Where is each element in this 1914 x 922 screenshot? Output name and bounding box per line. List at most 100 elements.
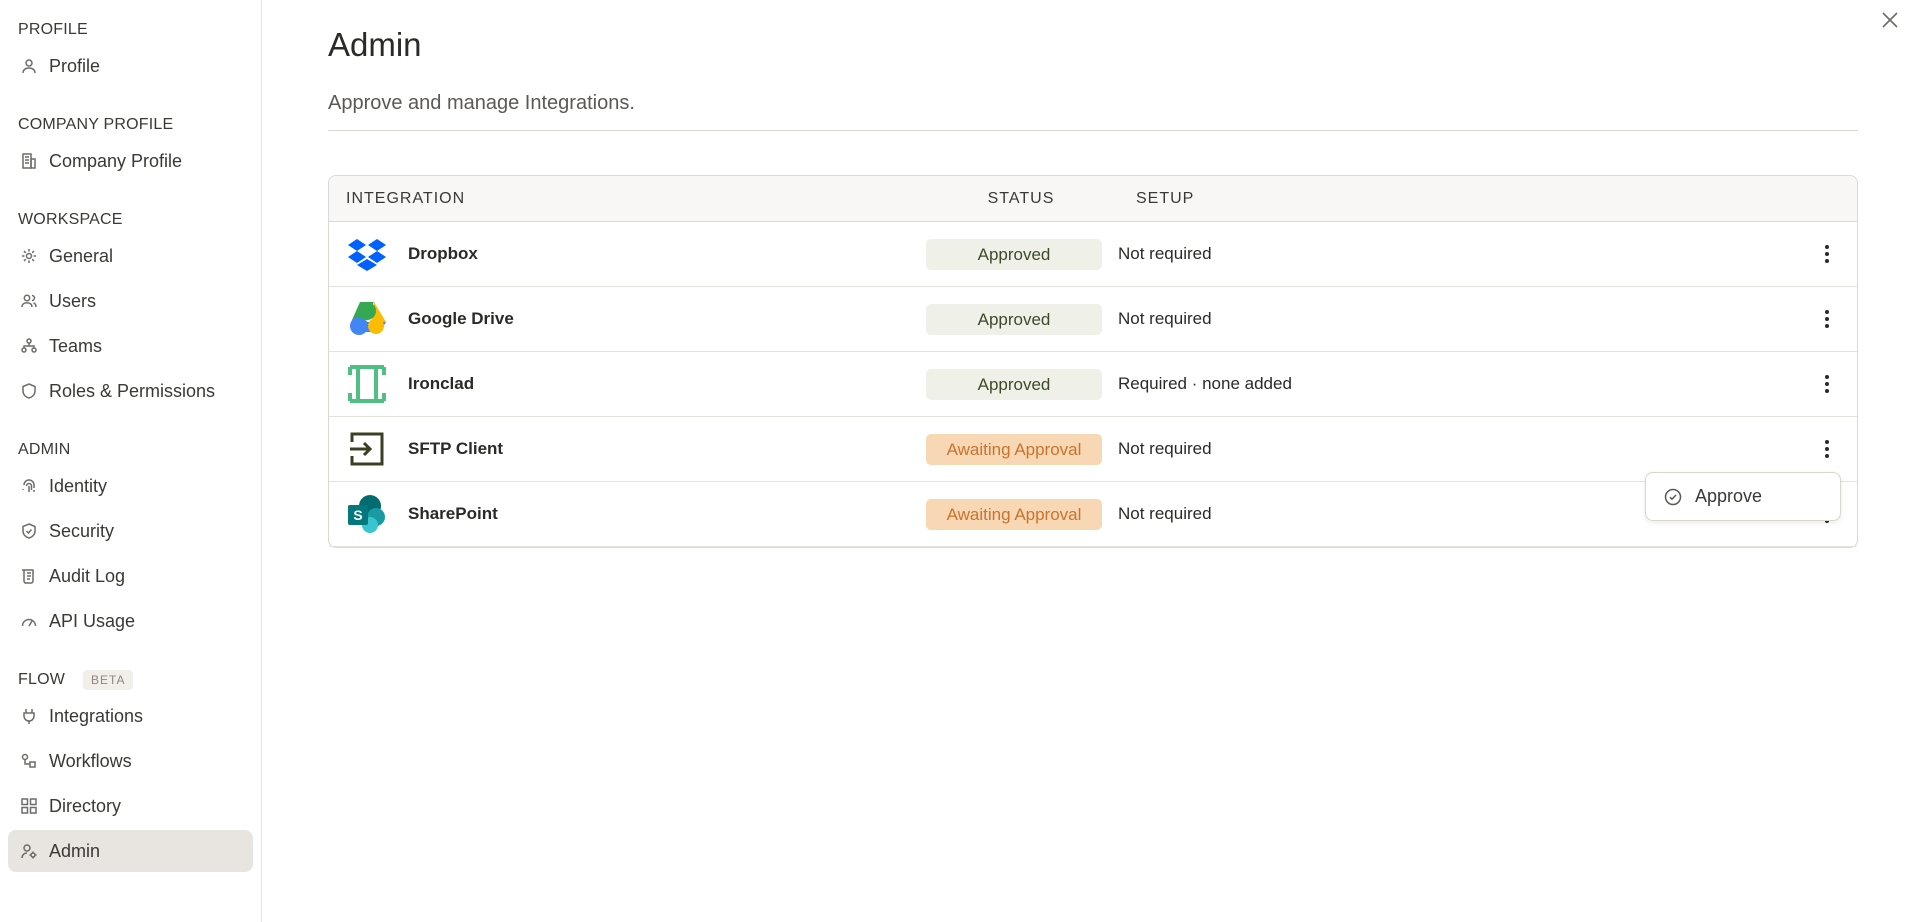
workflow-icon — [19, 751, 39, 771]
gear-icon — [19, 246, 39, 266]
sidebar-item-label: Teams — [49, 335, 103, 356]
integration-name: Google Drive — [408, 309, 514, 328]
close-icon — [1882, 12, 1898, 28]
sidebar-item-label: API Usage — [49, 610, 136, 631]
beta-badge: BETA — [83, 670, 134, 690]
sidebar-section-flow: FLOW BETA Integrations Workflows Directo… — [0, 668, 261, 872]
page-subtitle: Approve and manage Integrations. — [328, 92, 635, 114]
kebab-dot — [1825, 454, 1829, 458]
sidebar-item-label: Audit Log — [49, 565, 126, 586]
sidebar-section-admin: ADMIN Identity Security Audit Log API Us… — [0, 438, 261, 642]
ironclad-logo-icon — [346, 363, 388, 405]
integration-name: Ironclad — [408, 374, 475, 393]
kebab-dot — [1825, 440, 1829, 444]
section-title: WORKSPACE — [18, 211, 123, 228]
setup-value: Not required — [1118, 439, 1212, 458]
sidebar-item-label: Company Profile — [49, 150, 183, 171]
google-drive-logo-icon — [346, 298, 388, 340]
svg-text:S: S — [353, 507, 362, 523]
users-icon — [19, 291, 39, 311]
kebab-dot — [1825, 259, 1829, 263]
kebab-dot — [1825, 382, 1829, 386]
sidebar-item-audit-log[interactable]: Audit Log — [8, 555, 253, 597]
sidebar-item-label: Workflows — [49, 750, 132, 771]
setup-value: Not required — [1118, 309, 1212, 328]
teams-icon — [19, 336, 39, 356]
sidebar-item-admin[interactable]: Admin — [8, 830, 253, 872]
kebab-dot — [1825, 252, 1829, 256]
section-title: FLOW BETA — [0, 668, 261, 692]
gauge-icon — [19, 611, 39, 631]
status-badge: Awaiting Approval — [926, 433, 1102, 465]
kebab-dot — [1825, 317, 1829, 321]
integration-name: SFTP Client — [408, 439, 504, 458]
sidebar-item-label: Identity — [49, 475, 108, 496]
sidebar-item-users[interactable]: Users — [8, 280, 253, 322]
row-actions-button[interactable] — [1821, 437, 1833, 461]
plug-icon — [19, 706, 39, 726]
sidebar-item-directory[interactable]: Directory — [8, 785, 253, 827]
page-title: Admin — [328, 26, 422, 63]
sidebar-item-general[interactable]: General — [8, 235, 253, 277]
section-title: ADMIN — [18, 441, 71, 458]
settings-sidebar: PROFILE Profile COMPANY PROFILE Company … — [0, 0, 262, 922]
sidebar-item-label: Admin — [49, 840, 101, 861]
row-actions-button[interactable] — [1821, 372, 1833, 396]
table-header: INTEGRATION STATUS SETUP — [329, 176, 1857, 222]
sidebar-item-label: Integrations — [49, 705, 144, 726]
sidebar-item-profile[interactable]: Profile — [8, 45, 253, 87]
table-row: Ironclad Approved Required · none added — [329, 352, 1857, 417]
section-title: COMPANY PROFILE — [18, 116, 174, 133]
close-button[interactable] — [1878, 8, 1902, 32]
setup-value: Not required — [1118, 244, 1212, 263]
dropbox-logo-icon — [346, 233, 388, 275]
shield-icon — [19, 381, 39, 401]
sidebar-item-company-profile[interactable]: Company Profile — [8, 140, 253, 182]
integration-name: Dropbox — [408, 244, 478, 263]
user-gear-icon — [19, 841, 39, 861]
table-row: Google Drive Approved Not required — [329, 287, 1857, 352]
scroll-icon — [19, 566, 39, 586]
kebab-dot — [1825, 245, 1829, 249]
status-badge: Approved — [926, 303, 1102, 335]
sidebar-item-label: Users — [49, 290, 97, 311]
fingerprint-icon — [19, 476, 39, 496]
check-circle-icon — [1664, 488, 1682, 505]
setup-value: Required · none added — [1118, 374, 1292, 393]
sidebar-item-label: General — [49, 245, 114, 266]
integrations-table: INTEGRATION STATUS SETUP Dropbox Approve… — [328, 175, 1858, 548]
row-actions-button[interactable] — [1821, 307, 1833, 331]
sidebar-item-teams[interactable]: Teams — [8, 325, 253, 367]
row-actions-button[interactable] — [1821, 242, 1833, 266]
integration-name: SharePoint — [408, 504, 498, 523]
menu-item-label: Approve — [1695, 486, 1763, 506]
sidebar-section-workspace: WORKSPACE General Users Teams Roles & Pe… — [0, 208, 261, 412]
sidebar-item-integrations[interactable]: Integrations — [8, 695, 253, 737]
sidebar-item-label: Security — [49, 520, 115, 541]
grid-icon — [19, 796, 39, 816]
sidebar-item-label: Profile — [49, 55, 101, 76]
user-icon — [19, 56, 39, 76]
shield-check-icon — [19, 521, 39, 541]
sidebar-item-api-usage[interactable]: API Usage — [8, 600, 253, 642]
sidebar-item-security[interactable]: Security — [8, 510, 253, 552]
kebab-dot — [1825, 310, 1829, 314]
status-badge: Awaiting Approval — [926, 498, 1102, 530]
sidebar-section-profile: PROFILE Profile — [0, 18, 261, 87]
table-row: Dropbox Approved Not required — [329, 222, 1857, 287]
table-row: SFTP Client Awaiting Approval Not requir… — [329, 417, 1857, 482]
column-header-status: STATUS — [987, 189, 1055, 207]
table-row: S SharePoint Awaiting Approval Not requi… — [329, 482, 1857, 547]
sidebar-item-roles-permissions[interactable]: Roles & Permissions — [8, 370, 253, 412]
sftp-logo-icon — [346, 428, 388, 470]
kebab-dot — [1825, 375, 1829, 379]
sidebar-section-company-profile: COMPANY PROFILE Company Profile — [0, 113, 261, 182]
sidebar-item-workflows[interactable]: Workflows — [8, 740, 253, 782]
main-content: Admin Approve and manage Integrations. I… — [328, 0, 1858, 548]
divider — [328, 130, 1858, 131]
sidebar-item-identity[interactable]: Identity — [8, 465, 253, 507]
building-icon — [19, 151, 39, 171]
row-actions-menu-approve[interactable]: Approve — [1645, 472, 1841, 521]
status-badge: Approved — [926, 238, 1102, 270]
column-header-integration: INTEGRATION — [346, 189, 466, 207]
